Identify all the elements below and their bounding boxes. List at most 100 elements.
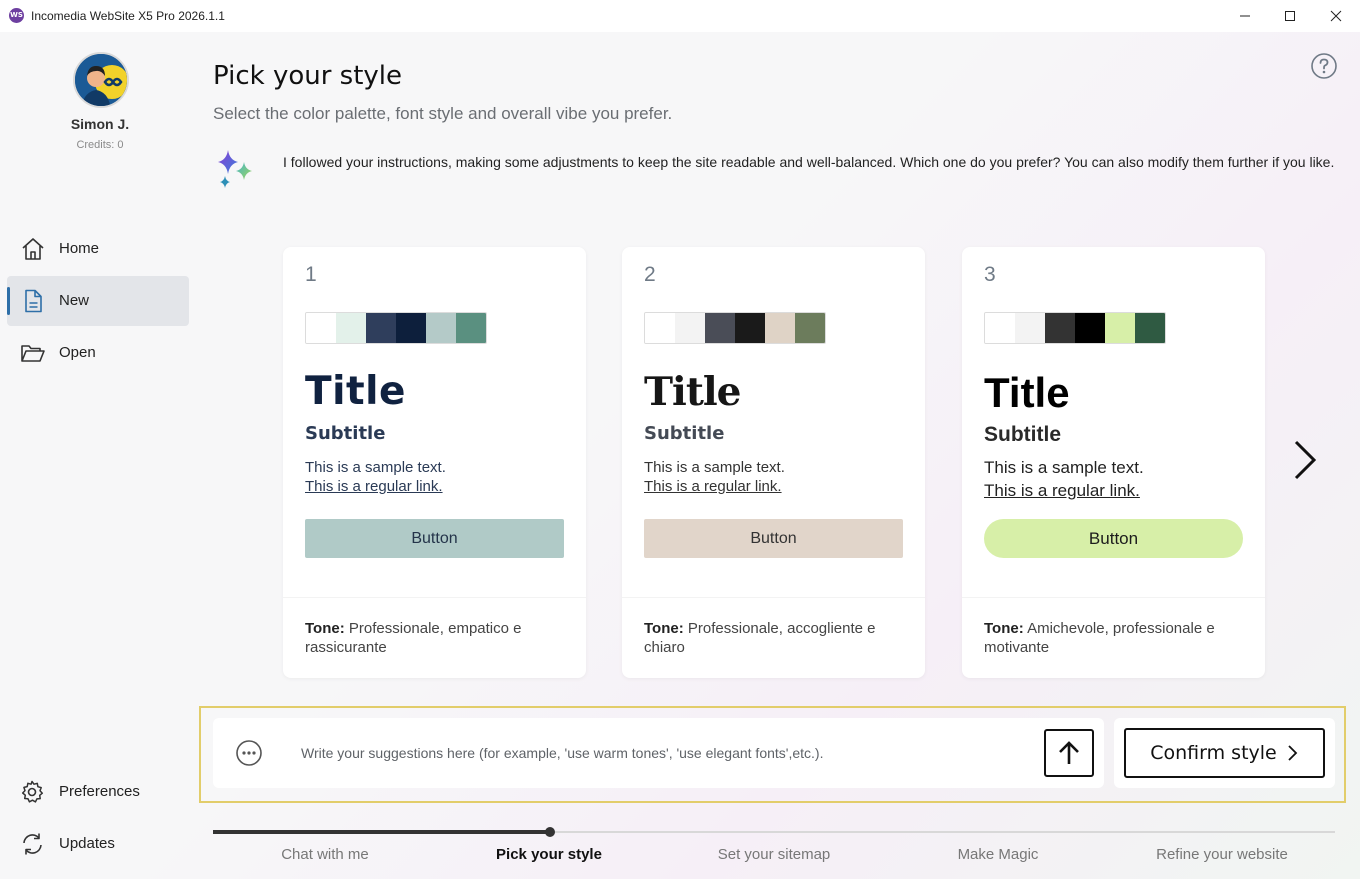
color-swatch xyxy=(645,313,675,343)
sidebar-item-updates[interactable]: Updates xyxy=(7,819,189,869)
sidebar-item-open[interactable]: Open xyxy=(7,328,189,378)
card-title: Title xyxy=(984,369,1070,416)
close-button[interactable] xyxy=(1313,0,1359,32)
color-swatch xyxy=(1045,313,1075,343)
sidebar-item-label: Updates xyxy=(59,835,115,852)
sidebar-item-label: Preferences xyxy=(59,783,140,800)
maximize-icon xyxy=(1285,11,1295,21)
wizard-progress-marker xyxy=(544,827,555,837)
minimize-button[interactable] xyxy=(1222,0,1268,32)
step-pick-your-style[interactable]: Pick your style xyxy=(439,846,659,863)
card-number: 3 xyxy=(984,263,996,286)
confirm-style-button[interactable]: Confirm style xyxy=(1124,728,1325,778)
minimize-icon xyxy=(1240,15,1250,17)
send-button[interactable] xyxy=(1044,729,1094,777)
window-title: Incomedia WebSite X5 Pro 2026.1.1 xyxy=(31,9,225,23)
sidebar-item-label: Home xyxy=(59,240,100,257)
color-swatch xyxy=(396,313,426,343)
card-tone: Tone: Professionale, accogliente e chiar… xyxy=(644,619,904,657)
card-sample-link: This is a regular link. xyxy=(305,478,443,495)
card-sample-text: This is a sample text. xyxy=(984,458,1144,477)
card-number: 1 xyxy=(305,263,317,286)
avatar[interactable] xyxy=(73,52,129,108)
color-swatch xyxy=(735,313,765,343)
card-divider xyxy=(962,597,1265,598)
arrow-up-icon xyxy=(1059,741,1079,764)
new-document-icon xyxy=(25,289,42,313)
card-sample-button: Button xyxy=(644,519,903,558)
chevron-right-icon xyxy=(1288,745,1298,761)
suggestion-input[interactable] xyxy=(301,742,1031,764)
card-sample-link: This is a regular link. xyxy=(984,481,1140,500)
refresh-icon xyxy=(23,833,42,855)
color-swatch xyxy=(795,313,825,343)
folder-open-icon xyxy=(21,345,45,362)
chat-bubble-icon xyxy=(236,740,262,766)
page-title: Pick your style xyxy=(213,61,403,91)
card-subtitle: Subtitle xyxy=(305,423,386,444)
style-card-1[interactable]: 1 Title Subtitle This is a sample text. … xyxy=(283,247,586,678)
card-tone: Tone: Professionale, empatico e rassicur… xyxy=(305,619,565,657)
card-sample-button: Button xyxy=(305,519,564,558)
step-chat-with-me[interactable]: Chat with me xyxy=(215,846,435,863)
sidebar-item-label: New xyxy=(59,292,90,309)
color-palette xyxy=(984,312,1166,344)
ai-message: I followed your instructions, making som… xyxy=(283,154,1335,170)
card-subtitle: Subtitle xyxy=(984,423,1061,446)
user-avatar-icon xyxy=(75,54,127,106)
wizard-progress-track xyxy=(213,827,1335,837)
user-name: Simon J. xyxy=(70,116,130,132)
gear-icon xyxy=(21,780,44,803)
style-card-3[interactable]: 3 Title Subtitle This is a sample text. … xyxy=(962,247,1265,678)
title-bar: WS Incomedia WebSite X5 Pro 2026.1.1 xyxy=(0,0,1360,32)
card-divider xyxy=(622,597,925,598)
color-swatch xyxy=(675,313,705,343)
help-icon[interactable] xyxy=(1310,52,1338,80)
card-sample-text: This is a sample text. xyxy=(305,459,446,476)
sidebar-item-preferences[interactable]: Preferences xyxy=(7,767,189,817)
color-palette xyxy=(305,312,487,344)
card-sample-button: Button xyxy=(984,519,1243,558)
step-refine-your-website[interactable]: Refine your website xyxy=(1112,846,1332,863)
card-number: 2 xyxy=(644,263,656,286)
step-set-your-sitemap[interactable]: Set your sitemap xyxy=(664,846,884,863)
card-sample-link: This is a regular link. xyxy=(644,478,782,495)
home-icon xyxy=(22,238,44,260)
color-palette xyxy=(644,312,826,344)
close-icon xyxy=(1330,10,1342,22)
tone-label: Tone: xyxy=(305,620,345,637)
confirm-panel: Confirm style xyxy=(1114,718,1335,788)
card-tone: Tone: Amichevole, professionale e motiva… xyxy=(984,619,1244,657)
chevron-right-icon[interactable] xyxy=(1289,438,1321,482)
ai-sparkle-icon xyxy=(218,150,252,188)
card-title: Title xyxy=(305,369,406,414)
color-swatch xyxy=(456,313,486,343)
card-sample-text: This is a sample text. xyxy=(644,459,785,476)
sidebar-item-new[interactable]: New xyxy=(7,276,189,326)
color-swatch xyxy=(426,313,456,343)
tone-label: Tone: xyxy=(644,620,684,637)
tone-label: Tone: xyxy=(984,620,1024,637)
wizard-progress-fill xyxy=(213,830,550,834)
card-title: Title xyxy=(644,369,741,415)
color-swatch xyxy=(1075,313,1105,343)
style-card-2[interactable]: 2 Title Subtitle This is a sample text. … xyxy=(622,247,925,678)
color-swatch xyxy=(336,313,366,343)
suggestion-box xyxy=(213,718,1104,788)
color-swatch xyxy=(366,313,396,343)
credits-label: Credits: 0 xyxy=(76,139,124,151)
color-swatch xyxy=(765,313,795,343)
card-divider xyxy=(283,597,586,598)
maximize-button[interactable] xyxy=(1267,0,1313,32)
color-swatch xyxy=(1015,313,1045,343)
color-swatch xyxy=(705,313,735,343)
color-swatch xyxy=(1105,313,1135,343)
confirm-style-label: Confirm style xyxy=(1150,742,1277,764)
color-swatch xyxy=(306,313,336,343)
step-make-magic[interactable]: Make Magic xyxy=(888,846,1108,863)
app-window: WS Incomedia WebSite X5 Pro 2026.1.1 Sim… xyxy=(0,0,1360,879)
page-subtitle: Select the color palette, font style and… xyxy=(213,104,673,123)
card-subtitle: Subtitle xyxy=(644,423,725,444)
sidebar-item-home[interactable]: Home xyxy=(7,224,189,274)
app-logo-icon: WS xyxy=(9,8,24,23)
